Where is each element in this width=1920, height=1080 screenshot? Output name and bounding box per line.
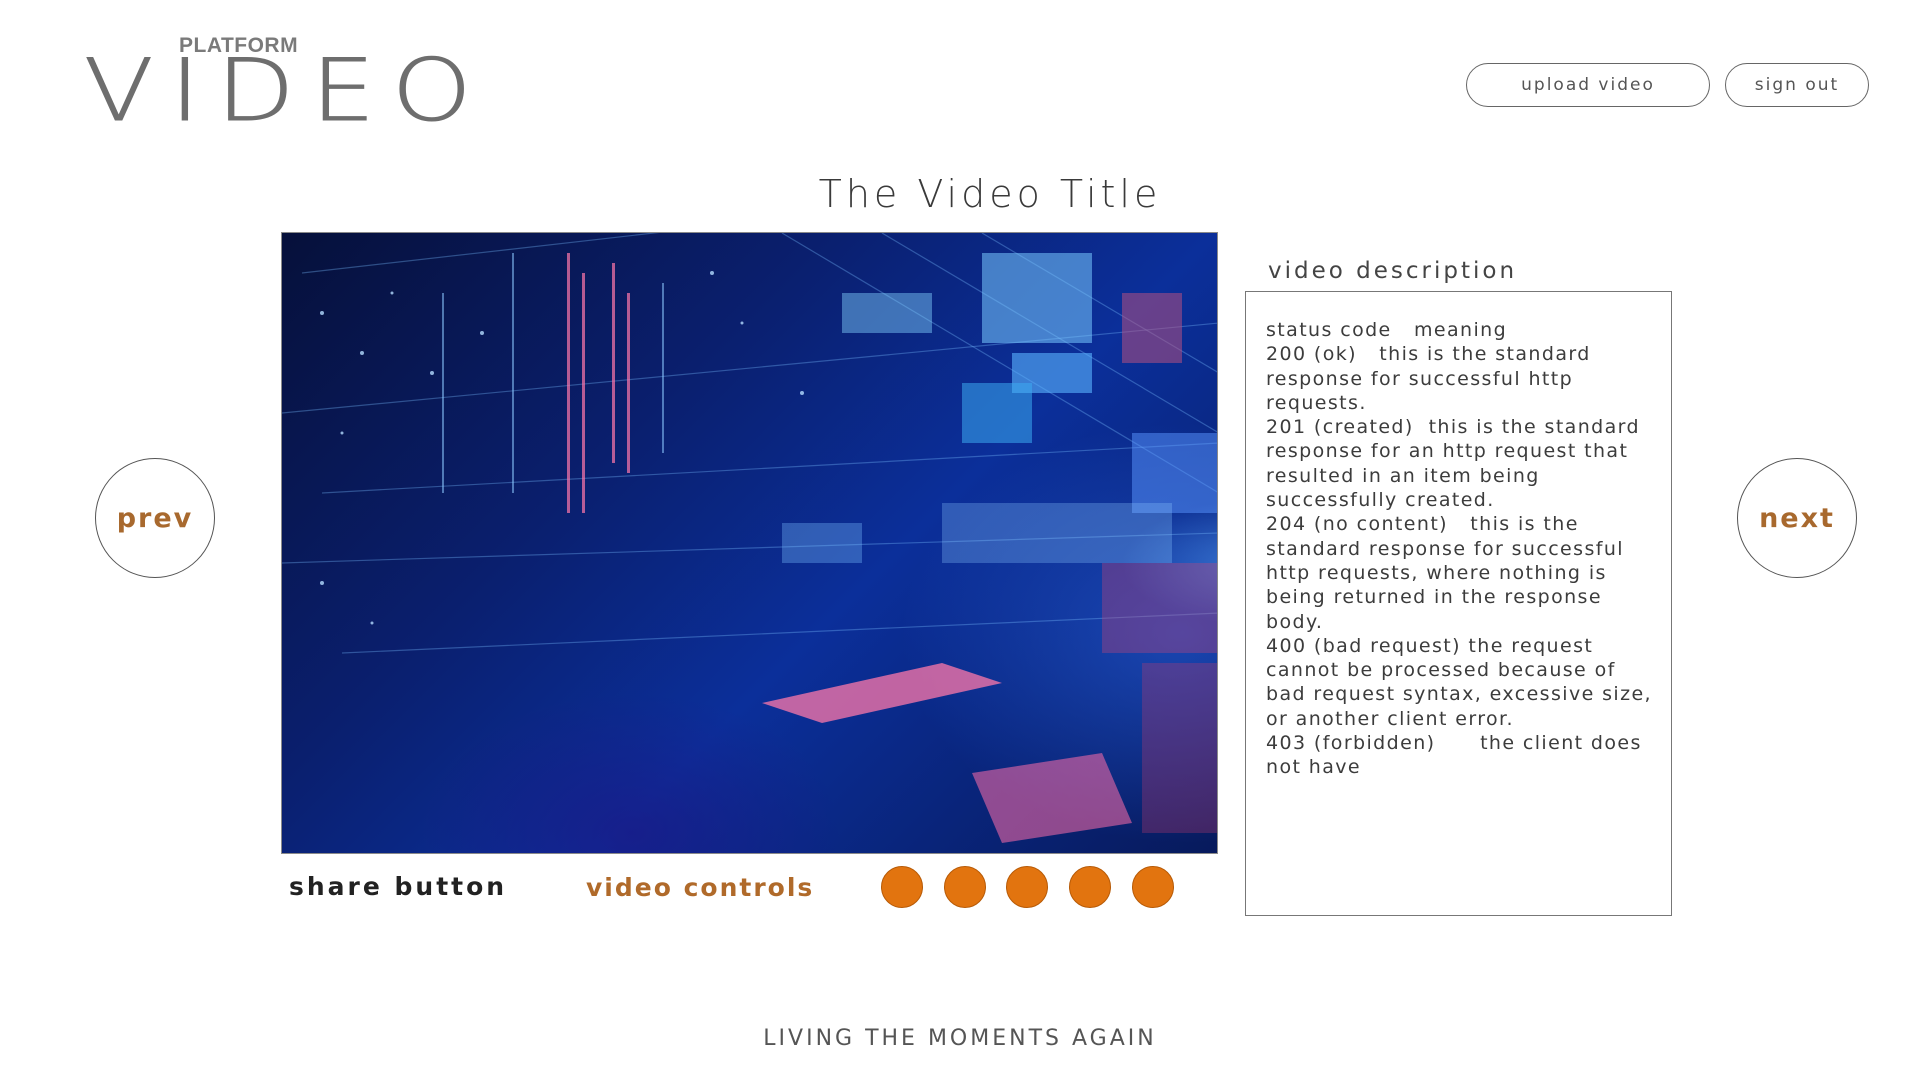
- next-button[interactable]: next: [1737, 458, 1857, 578]
- video-control-button-3[interactable]: [1006, 866, 1048, 908]
- page: PLATFORM VIDEO upload video sign out The…: [0, 0, 1920, 1080]
- video-control-button-4[interactable]: [1069, 866, 1111, 908]
- video-thumbnail: [282, 233, 1217, 843]
- video-player[interactable]: [281, 232, 1218, 854]
- video-control-button-5[interactable]: [1132, 866, 1174, 908]
- video-control-button-2[interactable]: [944, 866, 986, 908]
- footer-tagline: LIVING THE MOMENTS AGAIN: [763, 1026, 1157, 1051]
- description-heading: video description: [1268, 258, 1518, 284]
- video-title: The Video Title: [818, 172, 1162, 216]
- logo-title: VIDEO: [83, 41, 489, 141]
- video-control-button-1[interactable]: [881, 866, 923, 908]
- share-button[interactable]: share button: [289, 872, 507, 901]
- prev-button[interactable]: prev: [95, 458, 215, 578]
- description-box: Status code Meaning 200 (OK) This is the…: [1245, 291, 1672, 916]
- description-text: Status code Meaning 200 (OK) This is the…: [1266, 319, 1652, 779]
- sign-out-button[interactable]: sign out: [1725, 63, 1869, 107]
- video-controls-label: video controls: [586, 873, 815, 902]
- upload-video-button[interactable]: upload video: [1466, 63, 1710, 107]
